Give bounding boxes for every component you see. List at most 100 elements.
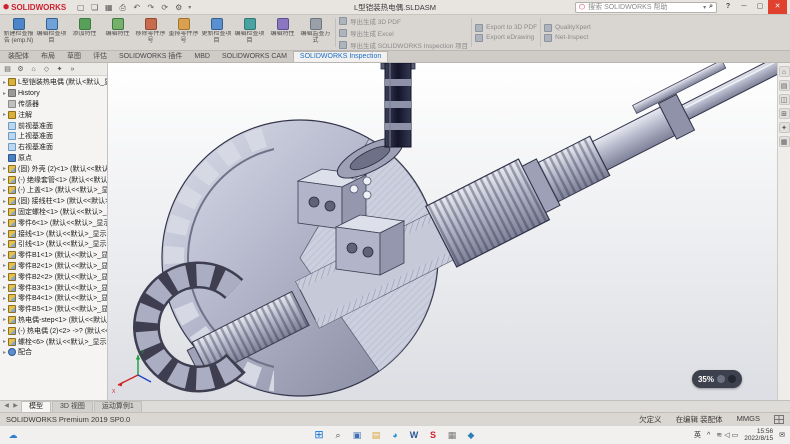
taskbar-app-icon[interactable]: ▤ — [369, 428, 383, 442]
quick-access-caret-icon[interactable]: ▾ — [188, 4, 191, 11]
feature-tree-item[interactable]: 零件B1<1> (默认<<默认>_显 — [0, 250, 107, 261]
task-pane-icon[interactable]: ▤ — [779, 80, 790, 91]
notification-icon[interactable]: ✉ — [779, 431, 785, 439]
expand-arrow-icon[interactable] — [1, 295, 8, 302]
quick-access-icon[interactable]: ↶ — [131, 2, 142, 13]
expand-arrow-icon[interactable] — [1, 165, 8, 172]
taskbar-app-icon[interactable]: ▣ — [350, 428, 364, 442]
expand-arrow-icon[interactable] — [1, 79, 8, 86]
ribbon-button[interactable]: 编辑监查方式 — [299, 16, 332, 49]
expand-arrow-icon[interactable] — [1, 219, 8, 226]
feature-tree-item[interactable]: 螺栓<6> (默认<<默认>_显示状态 — [0, 336, 107, 347]
ribbon-button[interactable]: 编辑检查项目 — [35, 16, 68, 49]
taskbar-app-icon[interactable]: W — [407, 428, 421, 442]
ribbon-button[interactable]: 新建检查报告 (emp.N) — [2, 16, 35, 49]
quick-access-icon[interactable]: ⎙ — [117, 2, 128, 13]
export-menu-item[interactable]: Export to 3D PDF — [475, 24, 537, 32]
expand-arrow-icon[interactable] — [1, 316, 8, 323]
panel-tab-icon[interactable]: ⌂ — [28, 64, 39, 75]
ime-language-indicator[interactable]: 英 — [694, 430, 701, 440]
expand-arrow-icon[interactable] — [1, 306, 8, 313]
window-control-button[interactable]: ? — [720, 0, 736, 14]
expand-arrow-icon[interactable] — [1, 338, 8, 345]
tray-system-icon[interactable]: ◁ — [724, 431, 729, 439]
feature-tree-item[interactable]: 右视基准面 — [0, 142, 107, 153]
export-menu-item[interactable]: 导出生成 3D PDF — [339, 16, 468, 26]
export-menu-item[interactable]: Net-Inspect — [544, 34, 591, 42]
feature-tree-item[interactable]: 零件B2<1> (默认<<默认>_显 — [0, 261, 107, 272]
taskbar-app-icon[interactable]: ▦ — [445, 428, 459, 442]
search-caret-icon[interactable]: ▾ — [703, 4, 706, 11]
expand-arrow-icon[interactable] — [1, 262, 8, 269]
search-icon[interactable]: ⌕ — [709, 3, 713, 11]
taskbar-app-icon[interactable]: ⌕ — [331, 428, 345, 442]
expand-arrow-icon[interactable] — [1, 284, 8, 291]
expand-arrow-icon[interactable] — [1, 198, 8, 205]
feature-tree-item[interactable]: (固) 外壳 (2)<1> (默认<<默认>_显示状 — [0, 163, 107, 174]
feature-tree-item[interactable]: History — [0, 88, 107, 99]
window-control-button[interactable]: ─ — [736, 0, 752, 14]
ribbon-tab[interactable]: SOLIDWORKS CAM — [216, 52, 293, 62]
tab-scroll-icon[interactable]: ▶ — [11, 401, 20, 412]
expand-arrow-icon[interactable] — [1, 349, 8, 356]
ribbon-tab[interactable]: SOLIDWORKS 插件 — [113, 52, 188, 62]
export-menu-item[interactable]: QualityXpert — [544, 24, 591, 32]
3d-model-canvas[interactable]: X Y — [108, 63, 790, 400]
feature-tree-item[interactable]: L型铠装热电偶 (默认<默认_显示状态-1>) — [0, 77, 107, 88]
feature-tree-item[interactable]: 零件B5<1> (默认<<默认>_显 — [0, 304, 107, 315]
expand-arrow-icon[interactable] — [1, 187, 8, 194]
quick-access-icon[interactable]: ⚙ — [173, 2, 184, 13]
feature-tree-item[interactable]: 引线<1> (默认<<默认>_显示状 — [0, 239, 107, 250]
expand-arrow-icon[interactable] — [1, 273, 8, 280]
panel-tab-icon[interactable]: ✦ — [54, 64, 65, 75]
feature-tree-item[interactable]: 原点 — [0, 153, 107, 164]
tray-system-icon[interactable]: ≋ — [716, 431, 722, 439]
ribbon-button[interactable]: 更新检查项目 — [200, 16, 233, 49]
taskbar-app-icon[interactable]: ◆ — [464, 428, 478, 442]
feature-tree-item[interactable]: (-) 热电偶 (2)<2> ->? (默认<<默认> — [0, 325, 107, 336]
expand-arrow-icon[interactable] — [1, 230, 8, 237]
window-control-button[interactable]: ▢ — [752, 0, 768, 14]
expand-arrow-icon[interactable] — [1, 176, 8, 183]
feature-tree-item[interactable]: 配合 — [0, 347, 107, 358]
ribbon-button[interactable]: 编辑特性 — [266, 16, 299, 49]
tab-scroll-icon[interactable]: ◀ — [2, 401, 11, 412]
clock[interactable]: 15:56 2022/8/15 — [744, 428, 773, 442]
feature-tree-item[interactable]: 零件B2<2> (默认<<默认>_显 — [0, 271, 107, 282]
feature-tree-item[interactable]: 固定螺栓<1> (默认<<默认>_显示状 — [0, 207, 107, 218]
taskbar-app-icon[interactable]: ◕ — [388, 428, 402, 442]
taskbar-app-icon[interactable]: ⊞ — [312, 428, 326, 442]
widgets-icon[interactable]: ☁ — [5, 430, 21, 441]
search-box[interactable]: ⬡ 搜索 SOLIDWORKS 帮助 ▾ ⌕ — [575, 2, 717, 13]
zoom-indicator[interactable]: 35% — [692, 370, 742, 388]
ribbon-tab[interactable]: MBD — [188, 52, 216, 62]
feature-tree-item[interactable]: (-) 绝缘套管<1> (默认<<默认>_显示 — [0, 174, 107, 185]
expand-arrow-icon[interactable] — [1, 252, 8, 259]
task-pane-icon[interactable]: ⌂ — [779, 66, 790, 77]
ribbon-button[interactable]: 添加特性 — [68, 16, 101, 49]
feature-tree-item[interactable]: 零件B3<1> (默认<<默认>_显 — [0, 282, 107, 293]
expand-arrow-icon[interactable] — [1, 111, 8, 118]
panel-tab-icon[interactable]: ⚙ — [15, 64, 26, 75]
task-pane-icon[interactable]: ✦ — [779, 122, 790, 133]
ribbon-tab[interactable]: 装配体 — [2, 52, 35, 62]
tray-system-icon[interactable]: ▭ — [732, 431, 739, 439]
expand-arrow-icon[interactable] — [1, 241, 8, 248]
graphics-viewport[interactable]: X Y ⌂▤◫⊞✦▦ 35% — [108, 63, 790, 400]
quick-access-icon[interactable]: ▢ — [75, 2, 86, 13]
quick-access-icon[interactable]: ⟳ — [159, 2, 170, 13]
feature-tree-item[interactable]: 前视基准面 — [0, 120, 107, 131]
quick-access-icon[interactable]: ❏ — [89, 2, 100, 13]
quick-tips-grid-icon[interactable] — [774, 415, 784, 424]
tray-chevron-icon[interactable]: ^ — [707, 432, 710, 439]
expand-arrow-icon[interactable] — [1, 90, 8, 97]
expand-arrow-icon[interactable] — [1, 327, 8, 334]
ribbon-tab[interactable]: SOLIDWORKS Inspection — [293, 51, 388, 62]
taskbar-app-icon[interactable]: S — [426, 428, 440, 442]
feature-tree-item[interactable]: 零件B4<1> (默认<<默认>_显 — [0, 293, 107, 304]
document-tab[interactable]: 模型 — [21, 401, 51, 412]
panel-tab-icon[interactable]: ▤ — [2, 64, 13, 75]
feature-tree-item[interactable]: 注解 — [0, 109, 107, 120]
window-control-button[interactable]: ✕ — [768, 0, 787, 14]
ribbon-tab[interactable]: 评估 — [87, 52, 113, 62]
